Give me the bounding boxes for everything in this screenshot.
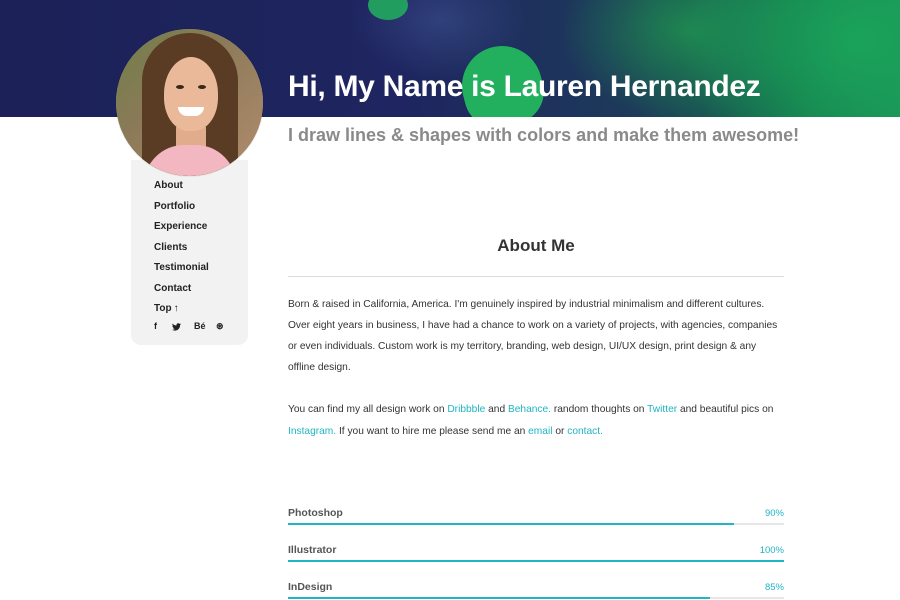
- dribbble-link[interactable]: Dribbble: [447, 404, 485, 415]
- nav-item-portfolio[interactable]: Portfolio: [154, 200, 209, 221]
- hero-decoration: [368, 0, 408, 20]
- skill-percent: 85%: [764, 582, 784, 593]
- divider: [288, 276, 784, 277]
- arrow-up-icon: ↑: [173, 303, 179, 314]
- skill-name: Photoshop: [288, 507, 343, 519]
- social-links: f Bé ⊛: [154, 321, 228, 332]
- nav-label: Experience: [154, 221, 208, 232]
- nav-item-top[interactable]: Top ↑: [154, 302, 209, 323]
- nav-item-testimonial[interactable]: Testimonial: [154, 261, 209, 282]
- nav-item-clients[interactable]: Clients: [154, 241, 209, 262]
- page-subtitle: I draw lines & shapes with colors and ma…: [288, 125, 800, 145]
- dribbble-icon[interactable]: ⊛: [216, 321, 228, 332]
- section-title-about: About Me: [497, 236, 575, 255]
- skill-bar-track: [288, 523, 784, 525]
- skill-row-photoshop: Photoshop 90%: [288, 507, 784, 529]
- skill-bar-track: [288, 597, 784, 599]
- about-links-paragraph: You can find my all design work on Dribb…: [288, 404, 774, 437]
- skill-bar-fill: [288, 597, 710, 599]
- nav-label: About: [154, 180, 183, 191]
- avatar: [116, 29, 263, 176]
- contact-link[interactable]: contact.: [567, 426, 603, 437]
- nav-label: Testimonial: [154, 262, 209, 273]
- skill-percent: 90%: [764, 508, 784, 519]
- skill-bar-track: [288, 560, 784, 562]
- behance-icon[interactable]: Bé: [194, 321, 216, 332]
- sidebar-nav: About Portfolio Experience Clients Testi…: [154, 179, 209, 323]
- nav-label: Clients: [154, 241, 188, 253]
- twitter-icon[interactable]: [172, 321, 194, 332]
- skill-name: Illustrator: [288, 544, 337, 556]
- about-paragraph: Born & raised in California, America. I'…: [288, 299, 778, 373]
- skill-bar-fill: [288, 560, 784, 562]
- nav-label: Contact: [154, 282, 192, 294]
- skill-bar-fill: [288, 523, 735, 525]
- page-title: Hi, My Name is Lauren Hernandez: [288, 70, 761, 103]
- skill-percent: 100%: [759, 545, 784, 556]
- skill-row-illustrator: Illustrator 100%: [288, 544, 784, 566]
- nav-label: Top: [154, 303, 172, 314]
- skill-name: InDesign: [288, 581, 333, 593]
- nav-item-contact[interactable]: Contact: [154, 282, 209, 303]
- nav-item-experience[interactable]: Experience: [154, 220, 209, 241]
- instagram-link[interactable]: Instagram.: [288, 426, 336, 437]
- skill-row-indesign: InDesign 85%: [288, 581, 784, 600]
- behance-link[interactable]: Behance.: [508, 404, 551, 415]
- nav-item-about[interactable]: About: [154, 179, 209, 200]
- twitter-link[interactable]: Twitter: [647, 404, 677, 415]
- nav-label: Portfolio: [154, 200, 196, 212]
- facebook-icon[interactable]: f: [154, 321, 172, 332]
- email-link[interactable]: email: [528, 426, 552, 437]
